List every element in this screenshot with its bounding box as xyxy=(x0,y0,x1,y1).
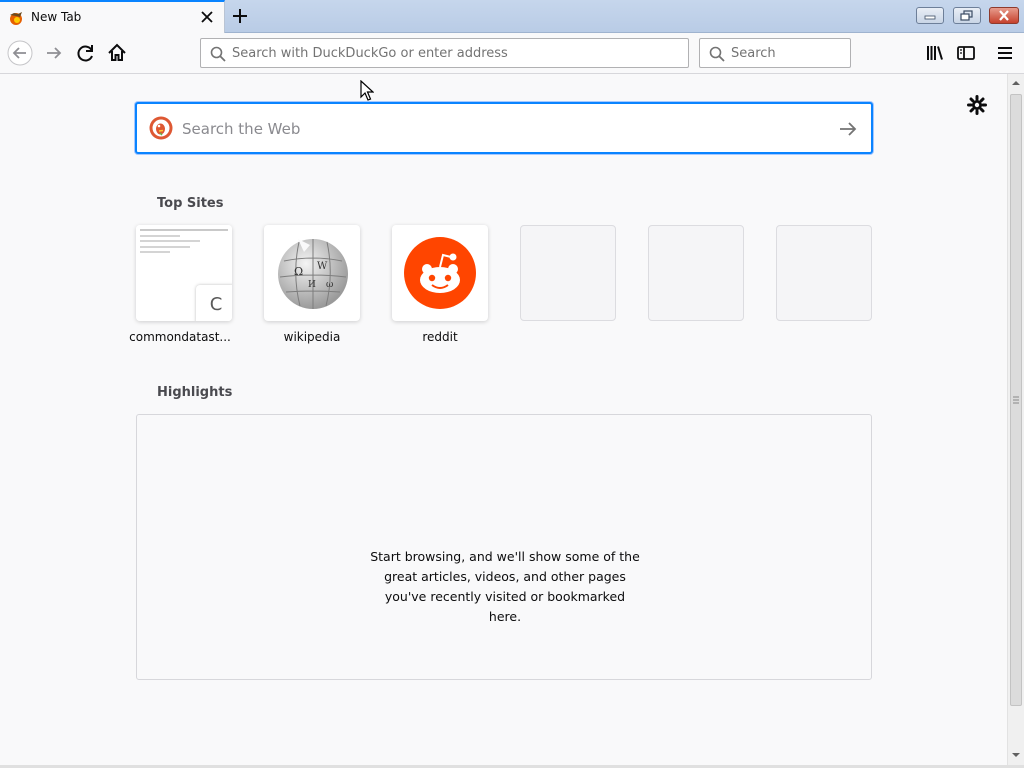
top-site-placeholder xyxy=(648,225,744,321)
mouse-cursor-icon xyxy=(360,80,374,101)
arrow-right-icon[interactable] xyxy=(837,118,859,140)
plus-icon[interactable] xyxy=(229,5,251,27)
url-bar[interactable]: Search with DuckDuckGo or enter address xyxy=(200,38,689,68)
svg-text:ω: ω xyxy=(326,280,333,290)
tile-letter: C xyxy=(196,285,232,321)
top-sites-title: Top Sites xyxy=(157,196,224,211)
minimize-icon xyxy=(924,15,936,20)
reddit-logo-icon xyxy=(404,237,476,309)
restore-icon xyxy=(960,10,973,21)
duckduckgo-icon xyxy=(149,116,173,140)
highlights-empty-state: Start browsing, and we'll show some of t… xyxy=(136,414,872,680)
scroll-up-icon[interactable] xyxy=(1008,76,1024,90)
top-site-placeholder xyxy=(520,225,616,321)
back-icon[interactable] xyxy=(7,40,33,66)
top-site-label: wikipedia xyxy=(283,330,341,344)
svg-text:И: И xyxy=(308,280,316,290)
reload-icon[interactable] xyxy=(73,40,99,66)
firefox-icon xyxy=(10,12,22,25)
search-icon xyxy=(210,46,226,62)
title-bar: New Tab xyxy=(0,0,1024,33)
window-close-button[interactable] xyxy=(989,7,1019,24)
svg-text:W: W xyxy=(317,261,328,272)
minimize-button[interactable] xyxy=(916,7,944,24)
search-icon xyxy=(709,46,725,62)
top-site-label: reddit xyxy=(422,330,458,344)
tab-new-tab[interactable]: New Tab xyxy=(0,0,225,33)
top-site-tile-reddit[interactable] xyxy=(392,225,488,321)
home-icon[interactable] xyxy=(104,40,130,66)
hamburger-menu-icon[interactable] xyxy=(992,40,1018,66)
close-icon xyxy=(999,10,1009,21)
search-placeholder: Search xyxy=(731,46,776,61)
gear-icon[interactable] xyxy=(966,94,988,116)
navigation-toolbar: Search with DuckDuckGo or enter address … xyxy=(0,33,1024,74)
top-site-placeholder xyxy=(776,225,872,321)
svg-text:Ω: Ω xyxy=(294,265,303,278)
tab-title: New Tab xyxy=(31,10,82,24)
restore-button[interactable] xyxy=(953,7,981,24)
web-search-box[interactable]: Search the Web xyxy=(135,102,873,154)
top-site-label: commondatast... xyxy=(129,330,231,344)
vertical-scrollbar[interactable] xyxy=(1007,74,1024,768)
web-search-placeholder: Search the Web xyxy=(182,120,301,138)
url-placeholder: Search with DuckDuckGo or enter address xyxy=(232,46,508,61)
highlights-title: Highlights xyxy=(157,385,233,400)
close-icon[interactable] xyxy=(198,8,216,26)
top-site-tile-wikipedia[interactable]: Ω W И ω xyxy=(264,225,360,321)
library-icon[interactable] xyxy=(922,40,948,66)
sidebar-icon[interactable] xyxy=(953,40,979,66)
search-bar[interactable]: Search xyxy=(699,38,851,68)
top-site-tile-commondatastorage[interactable]: C xyxy=(136,225,232,321)
scrollbar-thumb[interactable] xyxy=(1010,94,1022,706)
scroll-down-icon[interactable] xyxy=(1008,748,1024,762)
grip-icon xyxy=(1013,396,1019,404)
highlights-message: Start browsing, and we'll show some of t… xyxy=(370,549,640,624)
forward-icon[interactable] xyxy=(41,40,67,66)
wikipedia-logo-icon: Ω W И ω xyxy=(278,239,348,309)
